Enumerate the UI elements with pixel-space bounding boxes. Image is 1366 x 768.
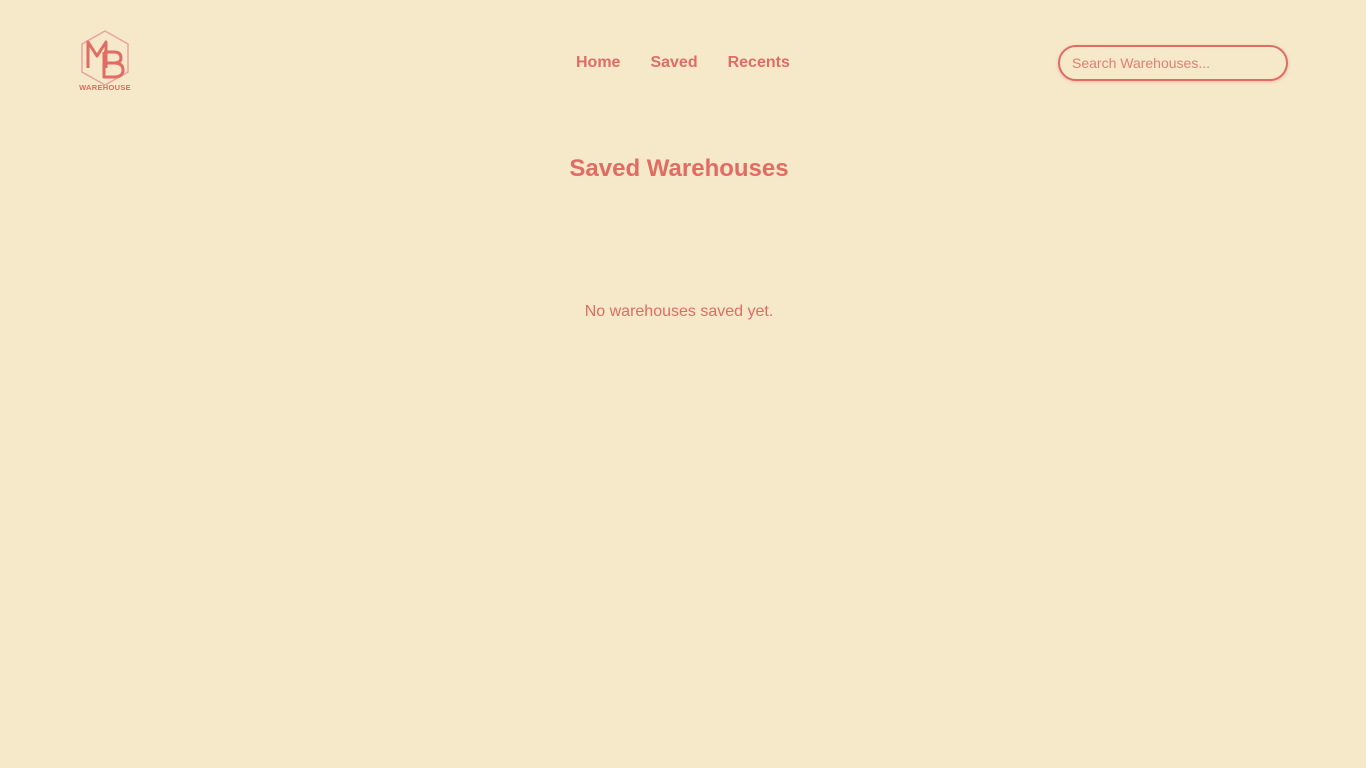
mb-warehouse-logo[interactable]: WAREHOUSE xyxy=(76,28,134,94)
logo-icon: WAREHOUSE xyxy=(79,30,131,92)
logo-wordmark: WAREHOUSE xyxy=(79,83,131,92)
nav-saved-link[interactable]: Saved xyxy=(650,53,697,73)
main-nav: Home Saved Recents xyxy=(576,53,790,73)
nav-recents-link[interactable]: Recents xyxy=(728,53,790,73)
search-warehouses-input[interactable] xyxy=(1058,45,1288,81)
page: WAREHOUSE Home Saved Recents Saved Wareh… xyxy=(0,0,1366,768)
empty-state-message: No warehouses saved yet. xyxy=(584,303,774,320)
page-title: Saved Warehouses xyxy=(569,155,789,182)
nav-home-link[interactable]: Home xyxy=(576,53,620,73)
